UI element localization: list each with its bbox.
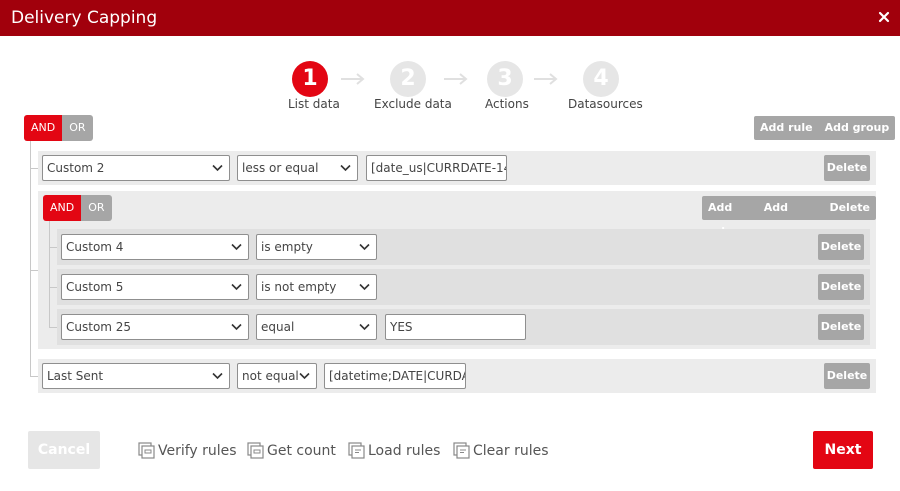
root-add-group-button[interactable]: Add group bbox=[819, 116, 896, 140]
rule-row: Custom 2 less or equal [date_us|CURRDATE… bbox=[38, 151, 876, 185]
close-icon[interactable] bbox=[877, 10, 891, 24]
clear-icon bbox=[453, 442, 470, 459]
rule-field-select[interactable]: Last Sent bbox=[42, 363, 230, 389]
select-value: Custom 4 bbox=[66, 240, 124, 254]
rule-operator-select[interactable]: is empty bbox=[256, 234, 377, 260]
select-value: Last Sent bbox=[47, 369, 104, 383]
step-label: Datasources bbox=[568, 97, 643, 111]
group-delete-button[interactable]: Delete bbox=[823, 196, 876, 220]
rule-row: Last Sent not equal [datetime;DATE|CURDA… bbox=[38, 359, 876, 393]
next-button[interactable]: Next bbox=[813, 431, 873, 469]
rule-field-select[interactable]: Custom 2 bbox=[42, 155, 230, 181]
rule-operator-select[interactable]: equal bbox=[256, 314, 377, 340]
rule-field-select[interactable]: Custom 25 bbox=[61, 314, 249, 340]
delete-rule-button[interactable]: Delete bbox=[818, 314, 864, 340]
step-arrow-icon bbox=[341, 73, 365, 85]
verify-icon bbox=[138, 442, 155, 459]
root-and-button[interactable]: AND bbox=[24, 115, 63, 141]
rule-row: Custom 4 is empty Delete bbox=[57, 229, 870, 265]
rule-row: Custom 25 equal YES Delete bbox=[57, 309, 870, 345]
delete-rule-button[interactable]: Delete bbox=[824, 363, 870, 389]
select-value: equal bbox=[261, 320, 295, 334]
dialog-title: Delivery Capping bbox=[11, 8, 158, 28]
verify-rules-label: Verify rules bbox=[158, 443, 237, 459]
step-arrow-icon bbox=[444, 73, 468, 85]
load-rules-label: Load rules bbox=[368, 443, 441, 459]
wizard-steps: 1 List data 2 Exclude data 3 Actions 4 D… bbox=[0, 60, 900, 120]
chevron-down-icon bbox=[359, 283, 370, 291]
step-number: 1 bbox=[292, 61, 328, 97]
select-value: Custom 5 bbox=[66, 280, 124, 294]
rule-operator-select[interactable]: less or equal bbox=[237, 155, 358, 181]
delete-rule-button[interactable]: Delete bbox=[824, 155, 870, 181]
chevron-down-icon bbox=[231, 283, 242, 291]
step-label: Exclude data bbox=[374, 97, 452, 111]
tree-line bbox=[49, 221, 50, 327]
delete-rule-button[interactable]: Delete bbox=[818, 274, 864, 300]
get-count-link[interactable]: Get count bbox=[247, 441, 336, 461]
group-add-group-button[interactable]: Add group bbox=[758, 196, 824, 238]
rule-value-input[interactable]: [date_us|CURRDATE-14] bbox=[366, 155, 507, 181]
load-icon bbox=[348, 442, 365, 459]
select-value: Custom 25 bbox=[66, 320, 132, 334]
verify-rules-link[interactable]: Verify rules bbox=[138, 441, 237, 461]
rule-operator-select[interactable]: is not empty bbox=[256, 274, 377, 300]
get-count-label: Get count bbox=[267, 443, 336, 459]
rule-row: Custom 5 is not empty Delete bbox=[57, 269, 870, 305]
step-label: Actions bbox=[485, 97, 529, 111]
group-add-rule-button[interactable]: Add rule bbox=[702, 196, 758, 238]
group-and-button[interactable]: AND bbox=[43, 195, 82, 221]
dialog-titlebar: Delivery Capping bbox=[0, 0, 900, 36]
root-actions: Add rule Add group bbox=[754, 116, 896, 140]
root-add-rule-button[interactable]: Add rule bbox=[754, 116, 819, 140]
group-and-or-toggle: AND OR bbox=[43, 195, 112, 221]
chevron-down-icon bbox=[299, 372, 310, 380]
rule-field-select[interactable]: Custom 5 bbox=[61, 274, 249, 300]
delete-rule-button[interactable]: Delete bbox=[818, 234, 864, 260]
select-value: not equal bbox=[242, 369, 299, 383]
step-label: List data bbox=[288, 97, 340, 111]
root-or-button[interactable]: OR bbox=[62, 115, 93, 141]
chevron-down-icon bbox=[231, 323, 242, 331]
root-and-or-toggle: AND OR bbox=[24, 115, 93, 141]
group-or-button[interactable]: OR bbox=[81, 195, 112, 221]
clear-rules-label: Clear rules bbox=[473, 443, 549, 459]
select-value: Custom 2 bbox=[47, 161, 105, 175]
select-value: is empty bbox=[261, 240, 313, 254]
chevron-down-icon bbox=[359, 243, 370, 251]
chevron-down-icon bbox=[359, 323, 370, 331]
step-number: 4 bbox=[583, 61, 619, 97]
chevron-down-icon bbox=[212, 164, 223, 172]
rule-field-select[interactable]: Custom 4 bbox=[61, 234, 249, 260]
cancel-button[interactable]: Cancel bbox=[28, 431, 100, 469]
rule-group: AND OR Add rule Add group Delete Custom … bbox=[38, 191, 876, 349]
step-number: 3 bbox=[487, 61, 523, 97]
group-actions: Add rule Add group Delete bbox=[702, 196, 876, 238]
tree-line bbox=[30, 141, 31, 377]
select-value: is not empty bbox=[261, 280, 337, 294]
load-rules-link[interactable]: Load rules bbox=[348, 441, 440, 461]
chevron-down-icon bbox=[340, 164, 351, 172]
select-value: less or equal bbox=[242, 161, 319, 175]
chevron-down-icon bbox=[212, 372, 223, 380]
rule-operator-select[interactable]: not equal bbox=[237, 363, 317, 389]
step-number: 2 bbox=[390, 61, 426, 97]
rule-value-input[interactable]: [datetime;DATE|CURDATE bbox=[324, 363, 466, 389]
step-arrow-icon bbox=[534, 73, 558, 85]
clear-rules-link[interactable]: Clear rules bbox=[453, 441, 549, 461]
delivery-capping-dialog: Delivery Capping 1 List data 2 Exclude d… bbox=[0, 0, 900, 491]
count-icon bbox=[247, 442, 264, 459]
rule-value-input[interactable]: YES bbox=[385, 314, 526, 340]
chevron-down-icon bbox=[231, 243, 242, 251]
